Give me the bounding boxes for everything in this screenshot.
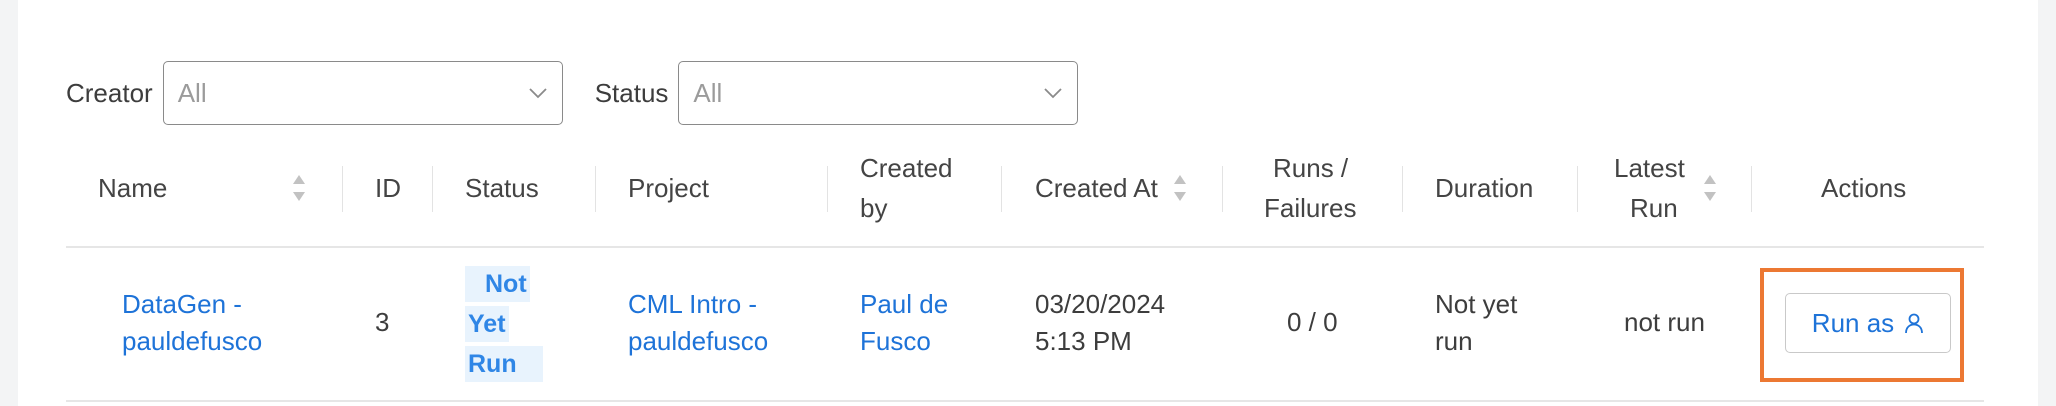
right-gutter — [2038, 0, 2056, 406]
header-actions: Actions — [1821, 173, 1907, 203]
duration-line2: run — [1435, 326, 1473, 356]
duration-line1: Not yet — [1435, 289, 1518, 319]
creator-link-line1[interactable]: Paul de — [860, 284, 948, 324]
job-name-line1[interactable]: DataGen - — [122, 284, 242, 324]
project-link-line1[interactable]: CML Intro - — [628, 284, 757, 324]
header-divider — [66, 246, 1984, 248]
runs-failures: 0 / 0 — [1287, 307, 1338, 337]
creator-link-line2[interactable]: Fusco — [860, 321, 931, 361]
status-badge-line2: Yet — [465, 306, 509, 342]
job-id: 3 — [375, 307, 390, 337]
job-name-line2[interactable]: pauldefusco — [122, 321, 262, 361]
column-divider — [1577, 166, 1578, 212]
run-as-button[interactable]: Run as — [1785, 293, 1951, 353]
creator-filter-label: Creator — [66, 77, 153, 108]
header-latest-run-line2[interactable]: Run — [1630, 188, 1678, 228]
creator-filter-select[interactable]: All — [162, 61, 563, 125]
column-divider — [595, 166, 596, 212]
sort-icon[interactable] — [1702, 173, 1718, 203]
column-divider — [1402, 166, 1403, 212]
header-created-at[interactable]: Created At — [1035, 168, 1158, 208]
header-project: Project — [628, 173, 709, 203]
column-divider — [827, 166, 828, 212]
filter-bar: Creator All Status All — [66, 61, 1079, 125]
sort-icon[interactable] — [291, 173, 307, 203]
column-divider — [432, 166, 433, 212]
status-badge-line1: Not — [465, 266, 530, 302]
row-divider — [66, 400, 1984, 402]
chevron-down-icon — [1044, 88, 1063, 99]
status-filter-select[interactable]: All — [678, 61, 1079, 125]
header-latest-run-line1[interactable]: Latest — [1614, 148, 1685, 188]
column-divider — [1751, 166, 1752, 212]
column-divider — [1001, 166, 1002, 212]
status-filter-label: Status — [594, 77, 669, 108]
status-badge-line3: Run — [465, 346, 543, 382]
created-at-time: 5:13 PM — [1035, 326, 1132, 356]
header-created-by-line1: Created — [860, 153, 953, 183]
user-icon — [1905, 313, 1924, 334]
sort-icon[interactable] — [1172, 173, 1188, 203]
column-divider — [342, 166, 343, 212]
header-name[interactable]: Name — [98, 168, 167, 208]
creator-filter-value: All — [177, 77, 207, 108]
status-badge: Not Yet Run — [465, 266, 543, 386]
run-as-label: Run as — [1811, 307, 1895, 338]
header-runs-line1: Runs / — [1273, 153, 1349, 183]
left-gutter — [0, 0, 18, 406]
header-created-by-line2: by — [860, 193, 888, 223]
header-duration: Duration — [1435, 173, 1534, 203]
header-status: Status — [465, 173, 539, 203]
column-divider — [1222, 166, 1223, 212]
latest-run: not run — [1624, 307, 1705, 337]
project-link-line2[interactable]: pauldefusco — [628, 321, 768, 361]
status-filter: Status All — [595, 61, 1079, 125]
status-filter-value: All — [693, 77, 723, 108]
header-id: ID — [375, 173, 401, 203]
chevron-down-icon — [529, 88, 547, 99]
created-at-date: 03/20/2024 — [1035, 289, 1166, 319]
header-runs-line2: Failures — [1264, 193, 1357, 223]
